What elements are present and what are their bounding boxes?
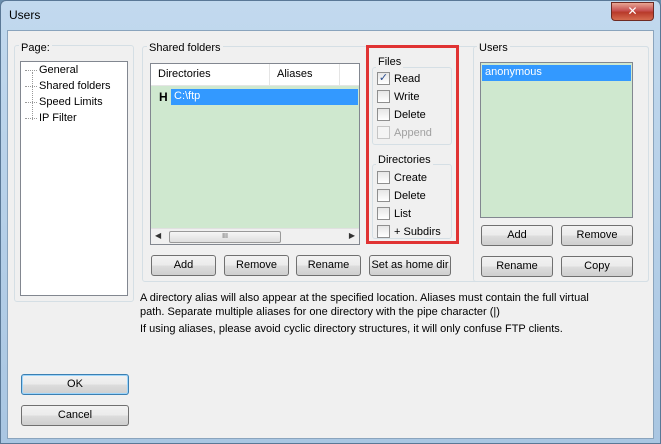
- rename-directory-button[interactable]: Rename: [296, 255, 361, 276]
- horizontal-scrollbar[interactable]: ◀ III ▶: [151, 228, 359, 244]
- home-dir-flag: H: [159, 90, 168, 104]
- column-separator[interactable]: [269, 64, 270, 86]
- directory-cell: C:\ftp: [171, 89, 358, 105]
- checkbox-unchecked-icon: [377, 224, 390, 238]
- checkbox-unchecked-icon: [377, 170, 390, 184]
- set-home-dir-button[interactable]: Set as home dir: [369, 255, 451, 276]
- checkbox-label: Write: [394, 91, 420, 103]
- checkbox-label: + Subdirs: [394, 226, 441, 238]
- write-checkbox[interactable]: Write: [377, 89, 420, 104]
- user-name: anonymous: [485, 66, 542, 78]
- tree-item-label: IP Filter: [39, 112, 77, 124]
- tree-dots: [25, 117, 37, 119]
- checkbox-disabled-icon: [377, 125, 390, 139]
- checkbox-label: Delete: [394, 190, 426, 202]
- remove-directory-button[interactable]: Remove: [224, 255, 289, 276]
- checkbox-label: Create: [394, 172, 428, 184]
- column-separator[interactable]: [339, 64, 340, 86]
- users-label: Users: [477, 42, 510, 54]
- close-icon[interactable]: ✕: [611, 2, 654, 21]
- tree-item-ip-filter[interactable]: IP Filter: [25, 112, 77, 124]
- title-bar[interactable]: Users ✕: [1, 1, 660, 31]
- checkbox-unchecked-icon: [377, 89, 390, 103]
- append-checkbox[interactable]: Append: [377, 125, 432, 140]
- column-directories[interactable]: Directories: [158, 68, 211, 80]
- tree-dots: [25, 85, 37, 87]
- directories-label: Directories: [376, 154, 433, 166]
- tree-dots: [25, 101, 37, 103]
- checkbox-unchecked-icon: [377, 107, 390, 121]
- directories-list[interactable]: Directories Aliases H C:\ftp ◀ III ▶: [150, 63, 360, 245]
- ok-button[interactable]: OK: [21, 374, 129, 395]
- checkbox-label: Append: [394, 127, 432, 139]
- delete-file-checkbox[interactable]: Delete: [377, 107, 426, 122]
- alias-info-line-1: A directory alias will also appear at th…: [140, 292, 589, 304]
- delete-dir-checkbox[interactable]: Delete: [377, 188, 426, 203]
- tree-item-general[interactable]: General: [25, 64, 78, 76]
- checkbox-label: List: [394, 208, 412, 220]
- shared-folders-label: Shared folders: [147, 42, 223, 54]
- rename-user-button[interactable]: Rename: [481, 256, 553, 277]
- alias-info-line-2: path. Separate multiple aliases for one …: [140, 306, 500, 318]
- column-aliases[interactable]: Aliases: [277, 68, 312, 80]
- files-label: Files: [376, 56, 404, 68]
- users-dialog-window: Users ✕ Page: General Shared folders Spe…: [0, 0, 661, 444]
- tree-item-speed-limits[interactable]: Speed Limits: [25, 96, 103, 108]
- read-checkbox[interactable]: ✓ Read: [377, 71, 421, 86]
- page-tree: General Shared folders Speed Limits IP F…: [20, 61, 128, 296]
- tree-item-label: General: [39, 64, 79, 76]
- checkbox-label: Read: [394, 73, 421, 85]
- directory-path: C:\ftp: [174, 90, 201, 102]
- create-checkbox[interactable]: Create: [377, 170, 428, 185]
- scroll-left-icon[interactable]: ◀: [155, 231, 161, 240]
- directories-list-header: Directories Aliases: [151, 64, 359, 86]
- tree-item-shared-folders[interactable]: Shared folders: [25, 80, 111, 92]
- dialog-client-area: Page: General Shared folders Speed Limit…: [7, 30, 654, 439]
- list-checkbox[interactable]: List: [377, 206, 412, 221]
- alias-info-line-3: If using aliases, please avoid cyclic di…: [140, 323, 563, 335]
- users-list[interactable]: anonymous: [480, 62, 633, 218]
- tree-dots: [25, 69, 37, 71]
- copy-user-button[interactable]: Copy: [561, 256, 633, 277]
- checkbox-checked-icon: ✓: [377, 71, 390, 85]
- table-row[interactable]: H C:\ftp: [152, 89, 358, 105]
- subdirs-checkbox[interactable]: + Subdirs: [377, 224, 441, 239]
- page-group-label: Page:: [19, 42, 52, 54]
- checkbox-unchecked-icon: [377, 206, 390, 220]
- scroll-right-icon[interactable]: ▶: [349, 231, 355, 240]
- add-directory-button[interactable]: Add: [151, 255, 216, 276]
- list-item[interactable]: anonymous: [482, 65, 631, 81]
- tree-item-label: Shared folders: [39, 80, 111, 92]
- add-user-button[interactable]: Add: [481, 225, 553, 246]
- checkbox-label: Delete: [394, 109, 426, 121]
- checkbox-unchecked-icon: [377, 188, 390, 202]
- tree-item-label: Speed Limits: [39, 96, 103, 108]
- remove-user-button[interactable]: Remove: [561, 225, 633, 246]
- window-title: Users: [9, 8, 41, 22]
- cancel-button[interactable]: Cancel: [21, 405, 129, 426]
- scroll-thumb[interactable]: III: [169, 231, 281, 243]
